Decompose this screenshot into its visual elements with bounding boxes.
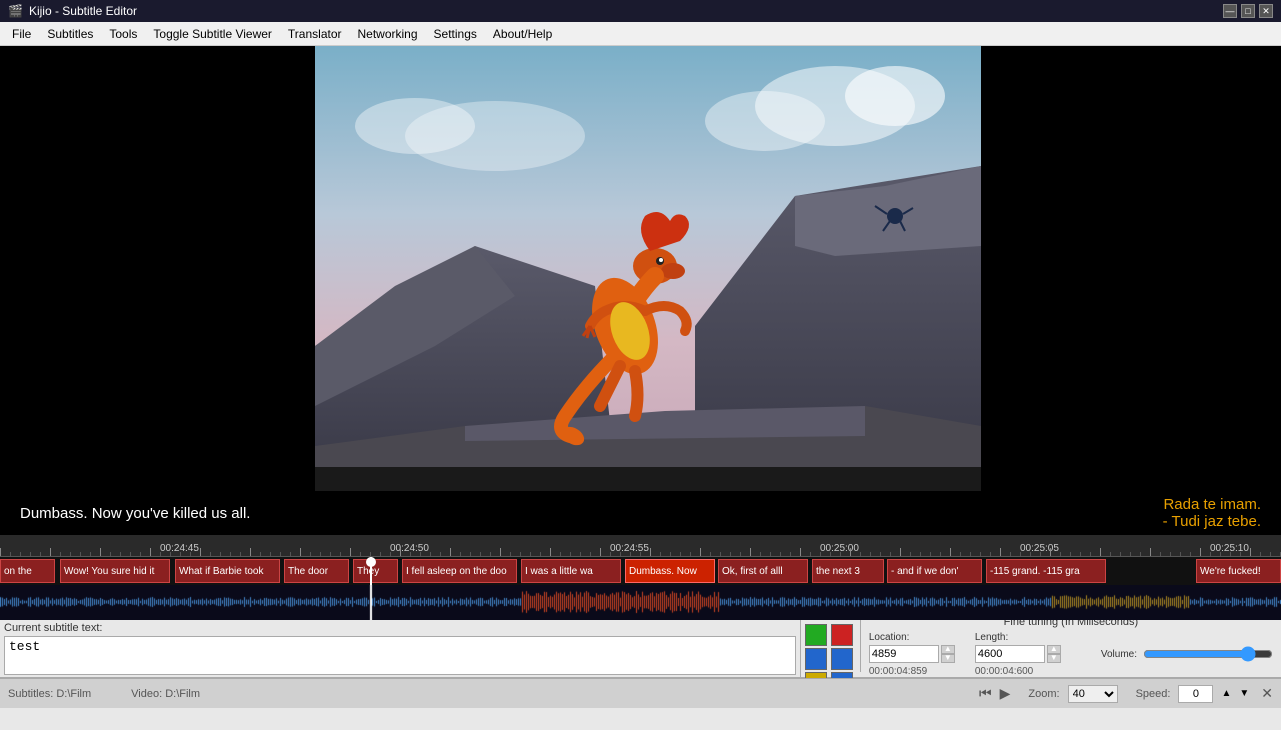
- mute-icon[interactable]: ✕: [1261, 685, 1273, 702]
- zoom-label: Zoom:: [1028, 688, 1059, 700]
- subtitle-text-left: Dumbass. Now you've killed us all.: [20, 505, 250, 522]
- menu-bar: File Subtitles Tools Toggle Subtitle Vie…: [0, 22, 1281, 46]
- subtitle-block-11[interactable]: -115 grand. -115 gra: [986, 559, 1106, 583]
- video-right-letterbox: [981, 46, 1281, 491]
- location-spinner: ▲ ▼: [941, 645, 955, 663]
- video-screen[interactable]: [315, 46, 981, 491]
- subtitle-right-line1: Rada te imam.: [1163, 496, 1261, 513]
- location-spin-down[interactable]: ▼: [941, 654, 955, 663]
- menu-tools[interactable]: Tools: [101, 25, 145, 43]
- length-input-row: ▲ ▼: [975, 645, 1061, 663]
- volume-slider[interactable]: [1143, 647, 1273, 661]
- color-green-btn[interactable]: [805, 624, 827, 646]
- subtitle-text-right: Rada te imam. - Tudi jaz tebe.: [1163, 496, 1261, 530]
- length-input[interactable]: [975, 645, 1045, 663]
- title-bar-left: 🎬 Kijio - Subtitle Editor: [8, 4, 137, 18]
- subtitle-text-area: Current subtitle text:: [0, 620, 800, 677]
- length-time: 00:00:04:600: [975, 666, 1061, 677]
- subtitle-block-10[interactable]: - and if we don': [887, 559, 982, 583]
- bottom-controls: Current subtitle text: Fine tuning (In M…: [0, 620, 1281, 730]
- menu-subtitles[interactable]: Subtitles: [39, 25, 101, 43]
- maximize-button[interactable]: □: [1241, 4, 1255, 18]
- subtitle-block-2[interactable]: What if Barbie took: [175, 559, 280, 583]
- length-spinner: ▲ ▼: [1047, 645, 1061, 663]
- location-group: Location: ▲ ▼ 00:00:04:859: [869, 632, 955, 677]
- location-time: 00:00:04:859: [869, 666, 955, 677]
- subtitle-block-6[interactable]: I was a little wa: [521, 559, 621, 583]
- minimize-button[interactable]: —: [1223, 4, 1237, 18]
- video-value: D:\Film: [165, 688, 200, 700]
- app-icon: 🎬: [8, 4, 23, 18]
- speed-input[interactable]: [1178, 685, 1213, 703]
- fine-tuning-section: Fine tuning (In Miliseconds) Location: ▲…: [860, 620, 1281, 672]
- subtitle-block-7[interactable]: Dumbass. Now: [625, 559, 715, 583]
- close-button[interactable]: ✕: [1259, 4, 1273, 18]
- video-frame: [315, 46, 981, 467]
- status-bar: Subtitles: D:\Film Video: D:\Film ⏮ ▶ Zo…: [0, 678, 1281, 708]
- menu-toggle-subtitle-viewer[interactable]: Toggle Subtitle Viewer: [145, 25, 280, 43]
- menu-file[interactable]: File: [4, 25, 39, 43]
- subtitle-text-label: Current subtitle text:: [4, 622, 796, 634]
- subtitle-block-0[interactable]: on the: [0, 559, 55, 583]
- menu-networking[interactable]: Networking: [350, 25, 426, 43]
- speed-label: Speed:: [1136, 688, 1171, 700]
- subtitle-text-row: Current subtitle text: Fine tuning (In M…: [0, 620, 1281, 678]
- subtitle-text-input[interactable]: [4, 636, 796, 675]
- prev-frame-icon[interactable]: ⏮: [979, 685, 992, 702]
- speed-spin-down[interactable]: ▼: [1239, 688, 1249, 699]
- length-spin-down[interactable]: ▼: [1047, 654, 1061, 663]
- subtitle-block-8[interactable]: Ok, first of alll: [718, 559, 808, 583]
- subtitle-block-3[interactable]: The door: [284, 559, 349, 583]
- app-title: Kijio - Subtitle Editor: [29, 4, 137, 18]
- location-input[interactable]: [869, 645, 939, 663]
- zoom-select[interactable]: 10 20 30 40 50 60 80 100: [1068, 685, 1118, 703]
- play-icon[interactable]: ▶: [1000, 685, 1011, 702]
- location-input-row: ▲ ▼: [869, 645, 955, 663]
- speed-spin-up[interactable]: ▲: [1221, 688, 1231, 699]
- title-bar: 🎬 Kijio - Subtitle Editor — □ ✕: [0, 0, 1281, 22]
- menu-translator[interactable]: Translator: [280, 25, 350, 43]
- subtitle-block-4[interactable]: They: [353, 559, 398, 583]
- location-label: Location:: [869, 632, 955, 643]
- color-red-btn[interactable]: [831, 624, 853, 646]
- subtitle-block-9[interactable]: the next 3: [812, 559, 884, 583]
- status-left: Subtitles: D:\Film Video: D:\Film: [8, 688, 200, 700]
- menu-about-help[interactable]: About/Help: [485, 25, 560, 43]
- status-right: ⏮ ▶ Zoom: 10 20 30 40 50 60 80 100 Speed…: [979, 685, 1273, 703]
- subtitles-value: D:\Film: [56, 688, 91, 700]
- waveform-area: [0, 585, 1281, 620]
- video-label: Video: D:\Film: [131, 688, 200, 700]
- subtitle-right-line2: - Tudi jaz tebe.: [1163, 513, 1261, 530]
- volume-section: Volume:: [1101, 647, 1273, 661]
- title-bar-controls[interactable]: — □ ✕: [1223, 4, 1273, 18]
- subtitle-block-5[interactable]: I fell asleep on the doo: [402, 559, 517, 583]
- subtitle-block-1[interactable]: Wow! You sure hid it: [60, 559, 170, 583]
- video-left-letterbox: [0, 46, 315, 491]
- length-group: Length: ▲ ▼ 00:00:04:600: [975, 632, 1061, 677]
- length-label: Length:: [975, 632, 1061, 643]
- timeline-ruler: 00:24:4500:24:5000:24:5500:25:0000:25:05…: [0, 535, 1281, 557]
- menu-settings[interactable]: Settings: [426, 25, 485, 43]
- color-blue1-btn[interactable]: [805, 648, 827, 670]
- subtitles-label: Subtitles: D:\Film: [8, 688, 91, 700]
- color-blue2-btn[interactable]: [831, 648, 853, 670]
- timeline-container[interactable]: 00:24:4500:24:5000:24:5500:25:0000:25:05…: [0, 535, 1281, 620]
- subtitle-overlay: Dumbass. Now you've killed us all. Rada …: [0, 491, 1281, 535]
- color-buttons: [800, 620, 860, 677]
- subtitle-track[interactable]: on theWow! You sure hid itWhat if Barbie…: [0, 557, 1281, 585]
- volume-label: Volume:: [1101, 649, 1137, 660]
- waveform-canvas: [0, 585, 1281, 620]
- video-container: [0, 46, 1281, 491]
- subtitle-block-12[interactable]: We're fucked!: [1196, 559, 1281, 583]
